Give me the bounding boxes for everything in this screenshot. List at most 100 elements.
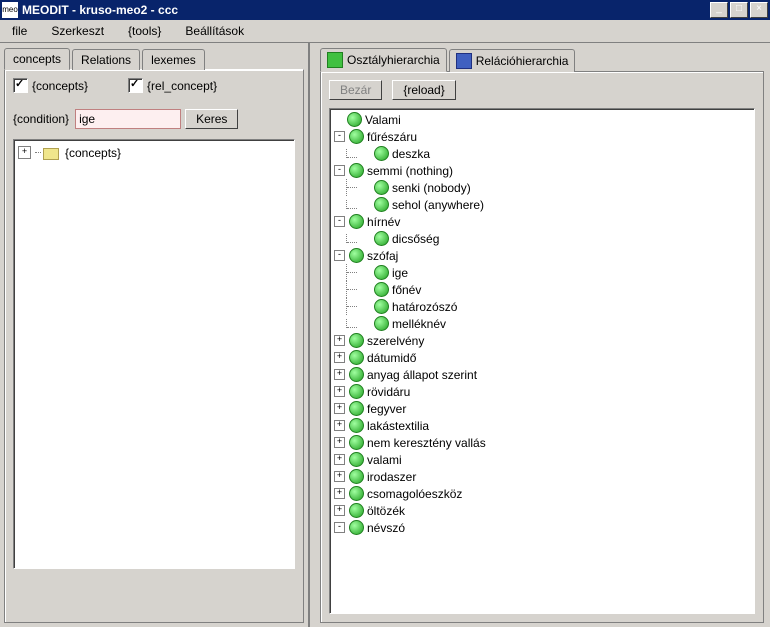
tree-node[interactable]: -semmi (nothing) [332, 162, 752, 179]
node-label: szófaj [367, 249, 398, 263]
keres-button[interactable]: Keres [185, 109, 238, 129]
tree-node[interactable]: + öltözék [332, 502, 752, 519]
node-label: lakástextilia [367, 419, 429, 433]
node-icon [349, 486, 364, 501]
tree-node[interactable]: + csomagolóeszköz [332, 485, 752, 502]
tree-node[interactable]: főnév [332, 281, 752, 298]
node-icon [349, 333, 364, 348]
tree-node[interactable]: +szerelvény [332, 332, 752, 349]
tree-node[interactable]: határozószó [332, 298, 752, 315]
maximize-button[interactable]: □ [730, 2, 748, 18]
app-icon: meo [2, 2, 18, 18]
expand-icon[interactable]: + [334, 454, 345, 465]
expand-icon[interactable]: + [334, 471, 345, 482]
tab-osztaly-label: Osztályhierarchia [347, 53, 440, 67]
tree-node[interactable]: melléknév [332, 315, 752, 332]
collapse-icon[interactable]: - [334, 250, 345, 261]
condition-input[interactable] [75, 109, 181, 129]
bezar-button[interactable]: Bezár [329, 80, 382, 100]
tab-osztalyhierarchia[interactable]: Osztályhierarchia [320, 48, 447, 72]
tree-node[interactable]: + anyag állapot szerint [332, 366, 752, 383]
tree-root-label: {concepts} [65, 146, 121, 160]
expand-icon[interactable]: + [334, 386, 345, 397]
tree-node[interactable]: dicsőség [332, 230, 752, 247]
tree-node[interactable]: sehol (anywhere) [332, 196, 752, 213]
tree-node[interactable]: senki (nobody) [332, 179, 752, 196]
tree-node[interactable]: ige [332, 264, 752, 281]
close-button[interactable]: × [750, 2, 768, 18]
tree-node[interactable]: - szófaj [332, 247, 752, 264]
menu-szerkeszt[interactable]: Szerkeszt [47, 22, 108, 40]
expand-icon[interactable]: + [334, 369, 345, 380]
collapse-icon[interactable]: - [334, 216, 345, 227]
tree-node[interactable]: -hírnév [332, 213, 752, 230]
minimize-button[interactable]: _ [710, 2, 728, 18]
title-bar: meo MEODIT - kruso-meo2 - ccc _ □ × [0, 0, 770, 20]
node-icon [374, 231, 389, 246]
node-label: rövidáru [367, 385, 410, 399]
expand-icon[interactable]: + [334, 420, 345, 431]
node-label: Valami [365, 113, 401, 127]
left-tree[interactable]: + {concepts} [13, 139, 295, 569]
node-label: csomagolóeszköz [367, 487, 462, 501]
menu-file[interactable]: file [8, 22, 31, 40]
menu-beallitasok[interactable]: Beállítások [181, 22, 248, 40]
collapse-icon[interactable]: - [334, 522, 345, 533]
left-pane: concepts Relations lexemes {concepts} {r… [0, 43, 310, 627]
tree-node[interactable]: Valami [332, 111, 752, 128]
condition-label: {condition} [13, 112, 69, 126]
node-icon [349, 520, 364, 535]
expand-icon[interactable]: + [334, 352, 345, 363]
check-concepts[interactable]: {concepts} [13, 78, 88, 93]
node-label: főnév [392, 283, 421, 297]
tree-node[interactable]: deszka [332, 145, 752, 162]
tab-relations[interactable]: Relations [72, 49, 140, 70]
tab-relacio-label: Relációhierarchia [476, 54, 569, 68]
tree-node[interactable]: -névszó [332, 519, 752, 536]
node-icon [374, 265, 389, 280]
reload-button[interactable]: {reload} [392, 80, 455, 100]
relation-icon [456, 53, 472, 69]
node-label: határozószó [392, 300, 457, 314]
tree-node[interactable]: + rövidáru [332, 383, 752, 400]
node-icon [349, 384, 364, 399]
node-label: öltözék [367, 504, 405, 518]
expand-icon[interactable]: + [334, 403, 345, 414]
node-icon [349, 435, 364, 450]
hierarchy-icon [327, 52, 343, 68]
expand-icon[interactable]: + [334, 335, 345, 346]
tree-node[interactable]: + irodaszer [332, 468, 752, 485]
node-icon [349, 418, 364, 433]
folder-icon [43, 148, 59, 160]
node-label: anyag állapot szerint [367, 368, 477, 382]
node-label: irodaszer [367, 470, 416, 484]
tab-lexemes[interactable]: lexemes [142, 49, 205, 70]
check-concepts-label: {concepts} [32, 79, 88, 93]
tree-node[interactable]: + dátumidő [332, 349, 752, 366]
tree-root[interactable]: + {concepts} [18, 144, 290, 161]
node-label: fűrészáru [367, 130, 417, 144]
node-icon [349, 367, 364, 382]
tree-node[interactable]: +fegyver [332, 400, 752, 417]
expand-icon[interactable]: + [18, 146, 31, 159]
tree-node[interactable]: + lakástextilia [332, 417, 752, 434]
window-title: MEODIT - kruso-meo2 - ccc [22, 3, 710, 17]
node-label: dátumidő [367, 351, 416, 365]
node-label: melléknév [392, 317, 446, 331]
tree-node[interactable]: +nem keresztény vallás [332, 434, 752, 451]
expand-icon[interactable]: + [334, 488, 345, 499]
expand-icon[interactable]: + [334, 505, 345, 516]
collapse-icon[interactable]: - [334, 131, 345, 142]
collapse-icon[interactable]: - [334, 165, 345, 176]
tree-node[interactable]: +valami [332, 451, 752, 468]
tab-relaciohierarchia[interactable]: Relációhierarchia [449, 49, 576, 72]
tree-node[interactable]: - fűrészáru [332, 128, 752, 145]
expand-icon[interactable]: + [334, 437, 345, 448]
hierarchy-tree[interactable]: Valami-fűrészárudeszka-semmi (nothing)se… [329, 108, 755, 614]
check-rel-concept[interactable]: {rel_concept} [128, 78, 217, 93]
node-icon [349, 350, 364, 365]
menu-tools[interactable]: {tools} [124, 22, 165, 40]
node-icon [349, 248, 364, 263]
node-label: ige [392, 266, 408, 280]
tab-concepts[interactable]: concepts [4, 48, 70, 70]
